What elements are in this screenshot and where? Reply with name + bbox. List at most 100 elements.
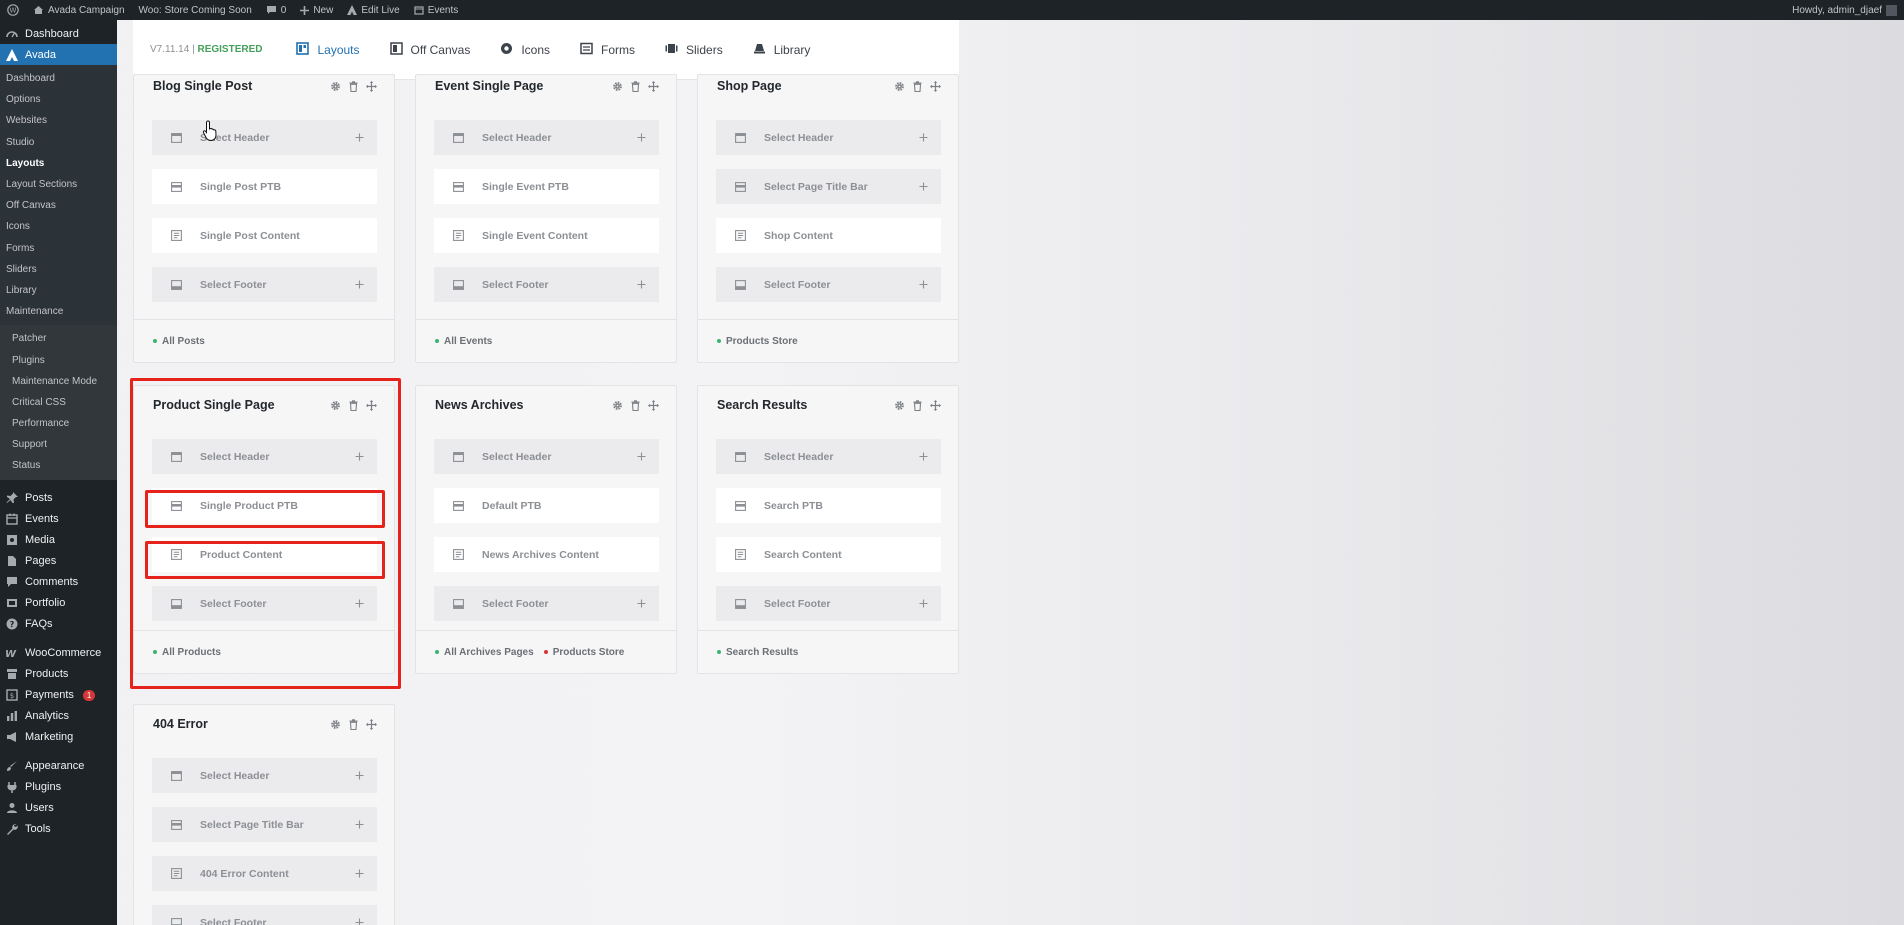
menu-products[interactable]: Products xyxy=(0,664,117,685)
plus-icon[interactable] xyxy=(341,771,377,780)
tab-forms[interactable]: Forms xyxy=(580,20,635,80)
move-icon[interactable] xyxy=(930,399,941,411)
layout-title[interactable]: Product Single Page xyxy=(153,398,275,412)
layout-section-ptb[interactable]: Select Page Title Bar xyxy=(152,807,377,842)
menu-users[interactable]: Users xyxy=(0,798,117,819)
layout-section-content[interactable]: Product Content xyxy=(152,537,377,572)
menu-tools[interactable]: Tools xyxy=(0,819,117,840)
layout-conditions[interactable]: All Posts xyxy=(134,319,394,362)
move-icon[interactable] xyxy=(930,80,941,92)
move-icon[interactable] xyxy=(648,399,659,411)
trash-icon[interactable] xyxy=(631,399,640,411)
menu-dashboard[interactable]: Dashboard xyxy=(0,23,117,44)
avada-submenu-off-canvas[interactable]: Off Canvas xyxy=(0,195,117,216)
maintenance-submenu-status[interactable]: Status xyxy=(0,455,117,476)
layout-section-ptb[interactable]: Single Product PTB xyxy=(152,488,377,523)
layout-section-header[interactable]: Select Header xyxy=(152,439,377,474)
avada-submenu-icons[interactable]: Icons xyxy=(0,216,117,237)
avada-submenu-sliders[interactable]: Sliders xyxy=(0,259,117,280)
layout-conditions[interactable]: Products Store xyxy=(698,319,958,362)
menu-pages[interactable]: Pages xyxy=(0,551,117,572)
layout-section-header[interactable]: Select Header xyxy=(716,439,941,474)
trash-icon[interactable] xyxy=(913,399,922,411)
layout-section-ptb[interactable]: Single Event PTB xyxy=(434,169,659,204)
tab-sliders[interactable]: Sliders xyxy=(665,20,723,80)
avada-submenu-forms[interactable]: Forms xyxy=(0,238,117,259)
layout-conditions[interactable]: Search Results xyxy=(698,630,958,673)
plus-icon[interactable] xyxy=(341,452,377,461)
gear-icon[interactable] xyxy=(612,81,623,92)
avada-submenu-library[interactable]: Library xyxy=(0,280,117,301)
layout-section-ptb[interactable]: Search PTB xyxy=(716,488,941,523)
menu-media[interactable]: Media xyxy=(0,530,117,551)
plus-icon[interactable] xyxy=(905,182,941,191)
plus-icon[interactable] xyxy=(623,599,659,608)
trash-icon[interactable] xyxy=(349,399,358,411)
layout-section-content[interactable]: 404 Error Content xyxy=(152,856,377,891)
wordpress-logo-icon[interactable]: W xyxy=(0,0,26,20)
move-icon[interactable] xyxy=(366,80,377,92)
trash-icon[interactable] xyxy=(349,718,358,730)
maintenance-submenu-maintenance-mode[interactable]: Maintenance Mode xyxy=(0,371,117,392)
plus-icon[interactable] xyxy=(905,133,941,142)
plus-icon[interactable] xyxy=(623,133,659,142)
plus-icon[interactable] xyxy=(905,452,941,461)
layout-title[interactable]: Blog Single Post xyxy=(153,79,252,93)
layout-section-header[interactable]: Select Header xyxy=(434,439,659,474)
plus-icon[interactable] xyxy=(905,599,941,608)
layout-section-footer[interactable]: Select Footer xyxy=(434,586,659,621)
my-account-link[interactable]: Howdy, admin_djaef xyxy=(1785,0,1904,20)
new-content-link[interactable]: New xyxy=(293,0,340,20)
trash-icon[interactable] xyxy=(631,80,640,92)
layout-section-header[interactable]: Select Header xyxy=(152,758,377,793)
maintenance-submenu-patcher[interactable]: Patcher xyxy=(0,328,117,349)
layout-section-footer[interactable]: Select Footer xyxy=(716,586,941,621)
menu-analytics[interactable]: Analytics xyxy=(0,706,117,727)
trash-icon[interactable] xyxy=(913,80,922,92)
layout-section-ptb[interactable]: Single Post PTB xyxy=(152,169,377,204)
move-icon[interactable] xyxy=(366,718,377,730)
layout-title[interactable]: Event Single Page xyxy=(435,79,543,93)
site-name-link[interactable]: Avada Campaign xyxy=(26,0,132,20)
layout-title[interactable]: News Archives xyxy=(435,398,523,412)
menu-appearance[interactable]: Appearance xyxy=(0,756,117,777)
comments-link[interactable]: 0 xyxy=(259,0,294,20)
menu-faqs[interactable]: ? FAQs xyxy=(0,614,117,635)
maintenance-submenu-performance[interactable]: Performance xyxy=(0,413,117,434)
tab-icons[interactable]: Icons xyxy=(500,20,550,80)
layout-title[interactable]: Search Results xyxy=(717,398,807,412)
layout-title[interactable]: Shop Page xyxy=(717,79,782,93)
menu-marketing[interactable]: Marketing xyxy=(0,727,117,748)
menu-events[interactable]: Events xyxy=(0,509,117,530)
menu-comments[interactable]: Comments xyxy=(0,572,117,593)
layout-section-header[interactable]: Select Header xyxy=(152,120,377,155)
avada-submenu-dashboard[interactable]: Dashboard xyxy=(0,68,117,89)
plus-icon[interactable] xyxy=(905,280,941,289)
menu-woocommerce[interactable]: W WooCommerce xyxy=(0,643,117,664)
gear-icon[interactable] xyxy=(612,400,623,411)
layout-conditions[interactable]: All Archives Pages Products Store xyxy=(416,630,676,673)
layout-section-header[interactable]: Select Header xyxy=(716,120,941,155)
move-icon[interactable] xyxy=(366,399,377,411)
gear-icon[interactable] xyxy=(894,400,905,411)
trash-icon[interactable] xyxy=(349,80,358,92)
plus-icon[interactable] xyxy=(341,869,377,878)
layout-section-content[interactable]: Search Content xyxy=(716,537,941,572)
maintenance-submenu-support[interactable]: Support xyxy=(0,434,117,455)
layout-section-footer[interactable]: Select Footer xyxy=(152,905,377,925)
avada-submenu-maintenance[interactable]: Maintenance xyxy=(0,301,117,322)
menu-plugins[interactable]: Plugins xyxy=(0,777,117,798)
tab-layouts[interactable]: Layouts xyxy=(296,20,360,80)
menu-portfolio[interactable]: Portfolio xyxy=(0,593,117,614)
layout-section-content[interactable]: Shop Content xyxy=(716,218,941,253)
tab-library[interactable]: Library xyxy=(753,20,810,80)
store-coming-soon-link[interactable]: Woo: Store Coming Soon xyxy=(132,0,259,20)
plus-icon[interactable] xyxy=(341,918,377,925)
layout-section-content[interactable]: Single Post Content xyxy=(152,218,377,253)
layout-conditions[interactable]: All Events xyxy=(416,319,676,362)
maintenance-submenu-plugins[interactable]: Plugins xyxy=(0,349,117,370)
menu-posts[interactable]: Posts xyxy=(0,488,117,509)
gear-icon[interactable] xyxy=(894,81,905,92)
layout-section-content[interactable]: News Archives Content xyxy=(434,537,659,572)
menu-payments[interactable]: $ Payments 1 xyxy=(0,685,117,706)
